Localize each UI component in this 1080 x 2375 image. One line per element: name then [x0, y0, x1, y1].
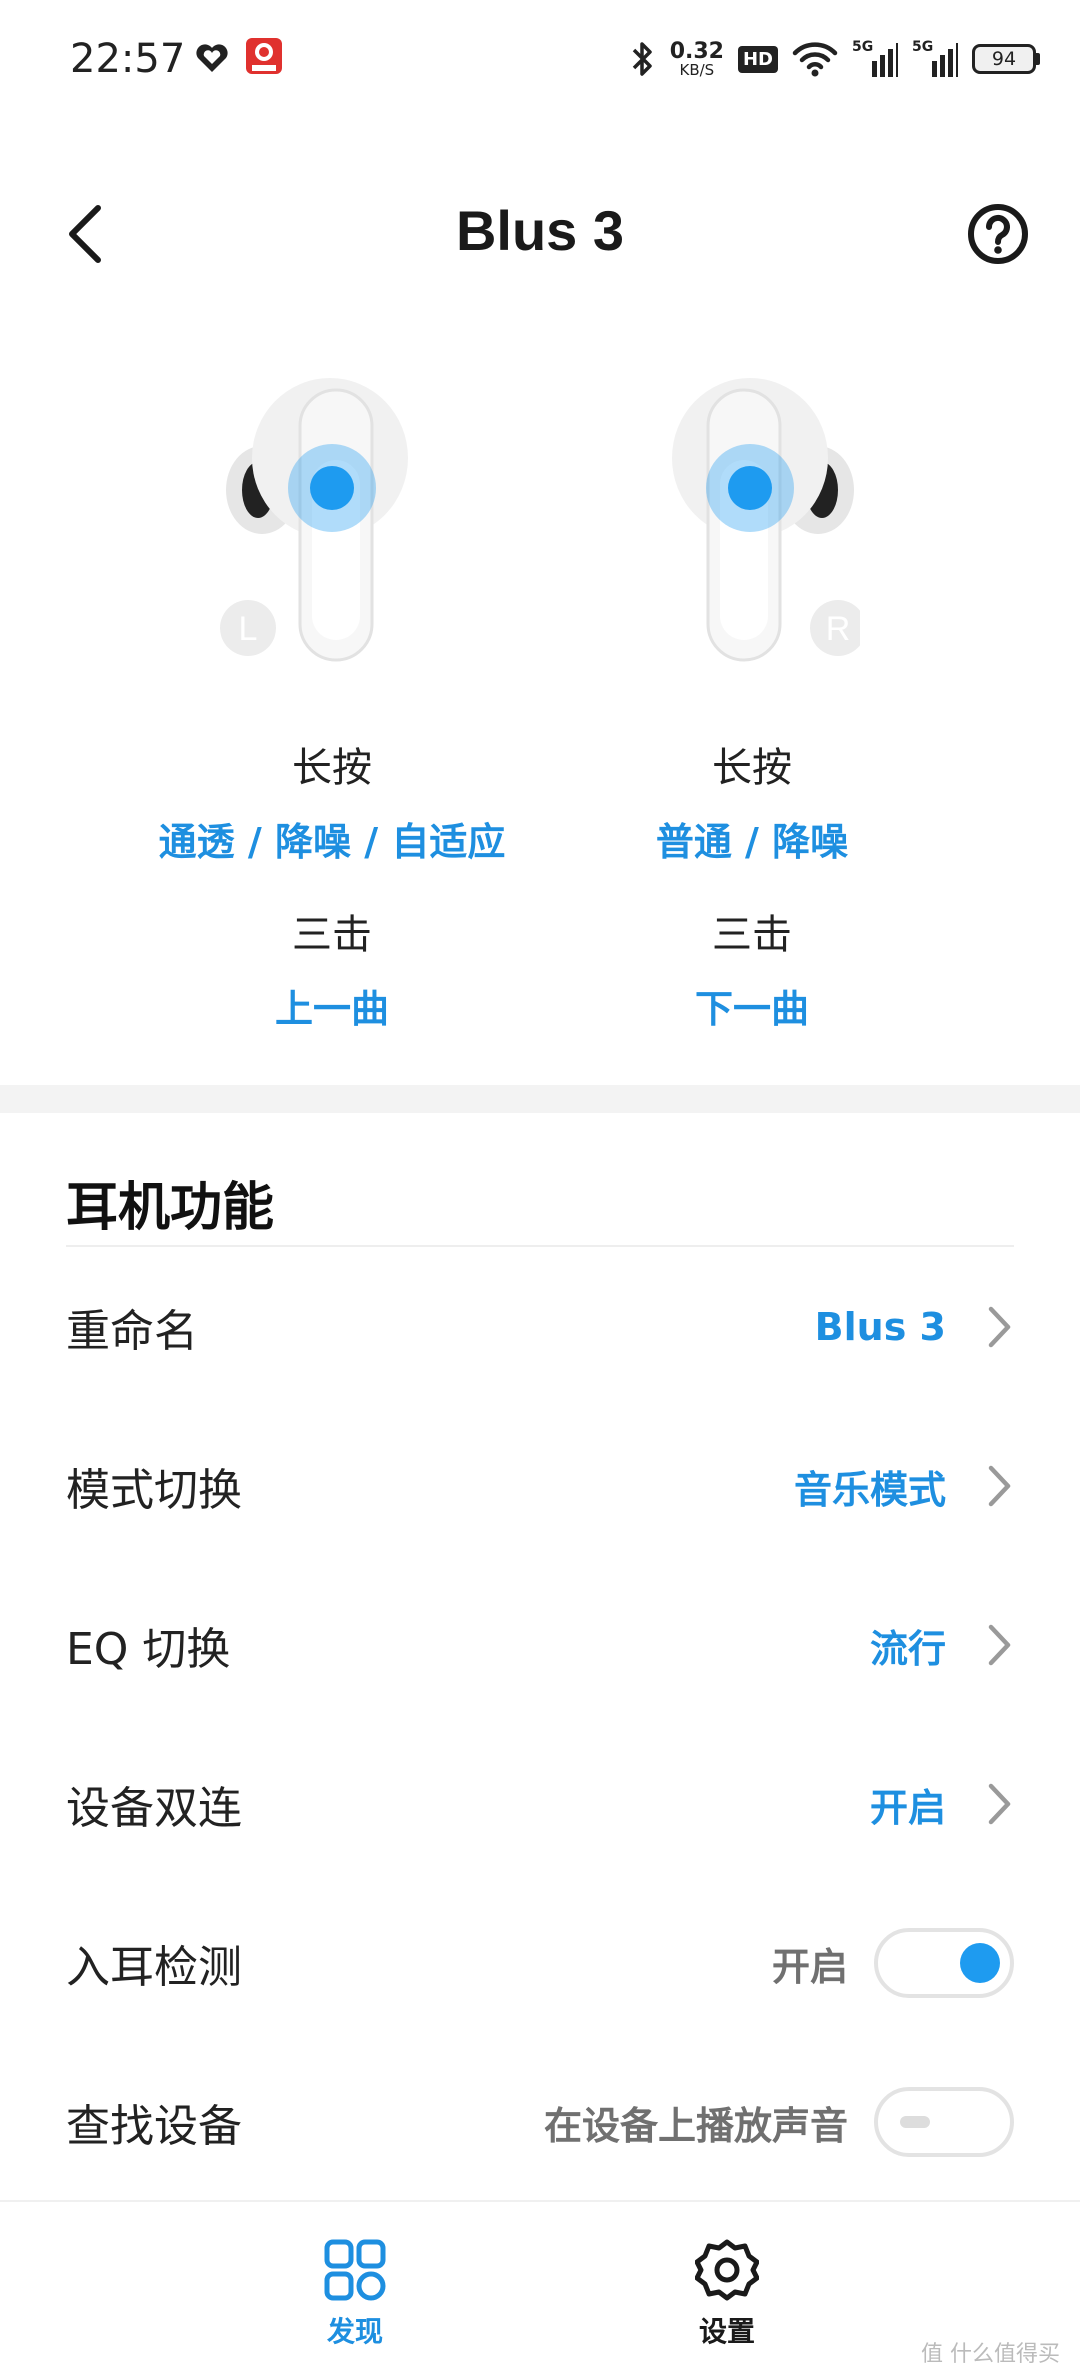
chevron-right-icon [988, 1465, 1011, 1507]
dual-connect-row[interactable]: 设备双连 开启 [66, 1749, 1014, 1859]
row-value: Blus 3 [814, 1305, 946, 1349]
triple-tap-value: 上一曲 [274, 987, 389, 1031]
net-speed-value: 0.32 [669, 38, 724, 64]
find-device-toggle[interactable] [874, 2087, 1014, 2157]
nav-settings-label: 设置 [698, 2315, 755, 2348]
find-device-row: 查找设备 在设备上播放声音 [66, 2067, 1014, 2177]
gear-icon [695, 2239, 759, 2301]
battery-icon: 94 [972, 44, 1040, 74]
section-title: 耳机功能 [66, 1178, 275, 1238]
signal-icon: 5G [852, 39, 898, 79]
status-icons: 0.32 KB/S HD 5G 5G 94 [630, 34, 1040, 84]
right-earbud-image: R [672, 378, 860, 662]
row-name: 重命名 [66, 1306, 198, 1357]
row-value: 流行 [869, 1626, 946, 1671]
triple-tap-label: 三击 [292, 912, 372, 958]
signal-icon-2: 5G [912, 39, 958, 79]
eq-switch-row[interactable]: EQ 切换 流行 [66, 1590, 1014, 1700]
mode-switch-row[interactable]: 模式切换 音乐模式 [66, 1431, 1014, 1541]
long-press-value: 通透 / 降噪 / 自适应 [158, 820, 506, 864]
rename-row[interactable]: 重命名 Blus 3 [66, 1272, 1014, 1382]
left-long-press[interactable]: 长按 通透 / 降噪 / 自适应 [132, 735, 532, 866]
grid-icon [324, 2239, 386, 2301]
right-triple-tap[interactable]: 三击 下一曲 [552, 902, 952, 1033]
bottom-nav: 发现 设置 [0, 2200, 1080, 2375]
row-name: 模式切换 [66, 1465, 242, 1516]
help-icon[interactable] [966, 202, 1030, 266]
row-name: 查找设备 [66, 2101, 242, 2152]
row-value: 在设备上播放声音 [543, 2103, 848, 2148]
chevron-right-icon [988, 1783, 1011, 1825]
battery-level: 94 [991, 48, 1017, 70]
status-bar: 22:57 0.32 KB/S HD 5G 5G 94 [0, 0, 1080, 120]
in-ear-detection-row: 入耳检测 开启 [66, 1908, 1014, 2018]
left-triple-tap[interactable]: 三击 上一曲 [132, 902, 532, 1033]
section-divider-line [66, 1245, 1014, 1247]
long-press-value: 普通 / 降噪 [655, 820, 849, 864]
in-ear-detection-toggle[interactable] [874, 1928, 1014, 1998]
heart-icon [196, 44, 228, 72]
hd-badge: HD [737, 45, 778, 73]
page-title: Blus 3 [455, 199, 625, 262]
status-time: 22:57 [70, 36, 186, 82]
net-speed-unit: KB/S [679, 60, 715, 79]
triple-tap-label: 三击 [712, 912, 792, 958]
left-marker-label: L [239, 610, 258, 648]
row-value: 开启 [771, 1944, 848, 1989]
right-long-press[interactable]: 长按 普通 / 降噪 [552, 735, 952, 866]
bluetooth-icon [632, 42, 652, 76]
event-badge-icon [246, 38, 282, 74]
long-press-label: 长按 [712, 745, 792, 791]
triple-tap-value: 下一曲 [694, 987, 809, 1031]
long-press-label: 长按 [292, 745, 372, 791]
row-value: 开启 [869, 1785, 946, 1830]
nav-discover-label: 发现 [326, 2315, 383, 2348]
app-header: Blus 3 [0, 180, 1080, 290]
net-speed: 0.32 KB/S [669, 38, 724, 79]
nav-settings[interactable]: 设置 [627, 2238, 827, 2350]
section-divider [0, 1085, 1080, 1113]
wifi-icon [792, 42, 838, 77]
row-name: 设备双连 [66, 1783, 242, 1834]
right-marker-label: R [826, 610, 851, 648]
chevron-right-icon [988, 1306, 1011, 1348]
left-earbud-image: L [220, 378, 408, 662]
row-name: 入耳检测 [66, 1942, 242, 1993]
row-value: 音乐模式 [793, 1467, 946, 1512]
watermark: 值 什么值得买 [921, 2342, 1060, 2367]
chevron-right-icon [988, 1624, 1011, 1666]
row-name: EQ 切换 [66, 1624, 231, 1675]
nav-discover[interactable]: 发现 [255, 2238, 455, 2350]
